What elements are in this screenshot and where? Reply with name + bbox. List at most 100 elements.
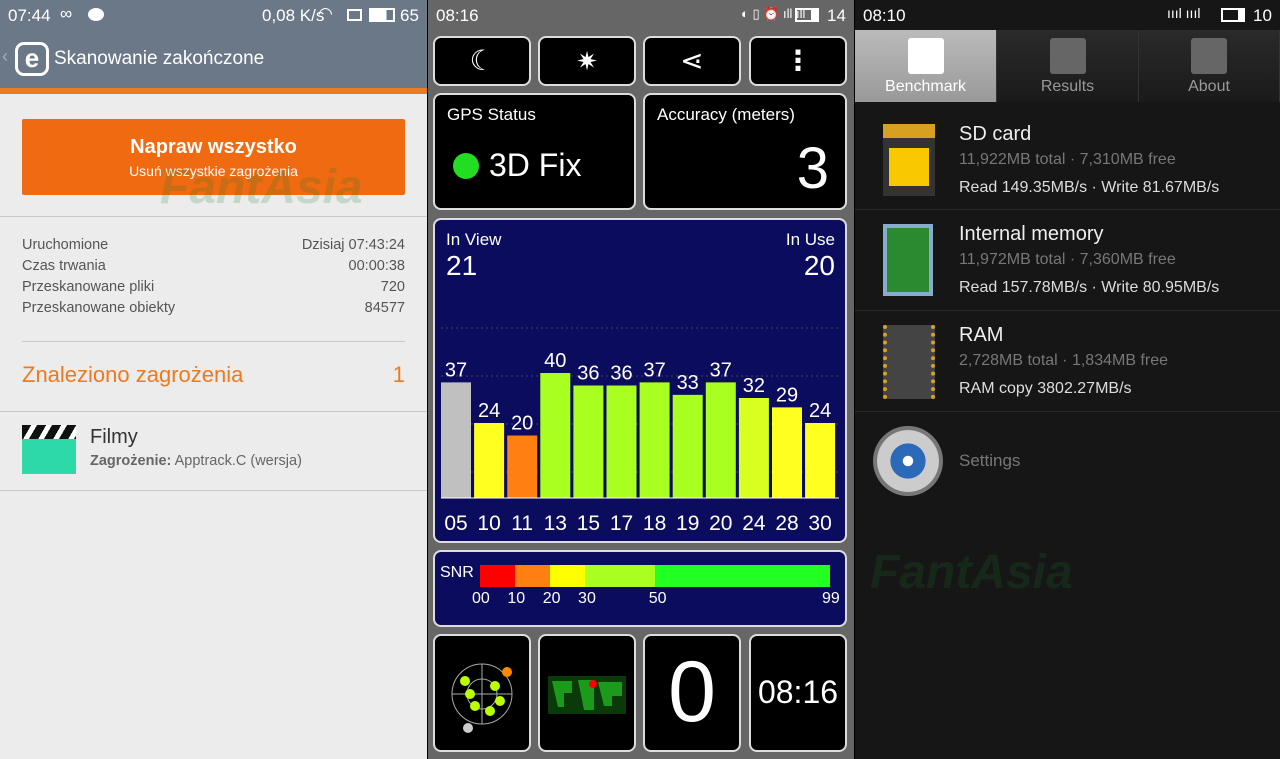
satellite-id-label: 19	[676, 512, 699, 535]
satellite-id-label: 28	[775, 512, 798, 535]
satellite-bar	[573, 385, 604, 498]
clock-box: 08:16	[749, 634, 847, 752]
threat-name: Filmy	[90, 426, 138, 448]
threat-value: Apptrack.C (wersja)	[174, 453, 302, 469]
item-speed: Read 149.35MB/s · Write 81.67MB/s	[959, 179, 1220, 196]
snr-tick-label: 00	[472, 590, 490, 607]
divider	[0, 490, 427, 491]
memory-chip-icon	[883, 224, 933, 296]
satellite-bar	[805, 423, 836, 498]
info-label: Przeskanowane obiekty	[22, 300, 176, 316]
gps-status-label: GPS Status	[447, 105, 536, 124]
snr-label: SNR	[440, 564, 474, 581]
satellite-bar	[705, 382, 736, 498]
snr-legend: SNR 00 10 20 30 50 99	[433, 550, 847, 627]
satellite-bar	[474, 423, 505, 498]
battery-icon	[1221, 8, 1245, 22]
bar-value-label: 29	[776, 384, 798, 406]
list-item-ram[interactable]: RAM 2,728MB total · 1,834MB free RAM cop…	[855, 311, 1280, 412]
threats-label: Znaleziono zagrożenia	[22, 362, 244, 387]
bar-chart-icon	[1049, 38, 1086, 74]
bar-value-label: 33	[677, 372, 699, 394]
snr-tick-label: 50	[648, 590, 667, 607]
bar-value-label: 32	[743, 375, 765, 397]
sd-card-icon	[883, 124, 935, 196]
item-speed: RAM copy 3802.27MB/s	[959, 380, 1132, 397]
snr-gradient-bar	[480, 565, 830, 587]
tab-about[interactable]: About	[1139, 30, 1280, 102]
moon-icon: ☾	[469, 45, 495, 76]
map-button[interactable]	[538, 634, 636, 752]
fix-all-label: Napraw wszystko	[130, 136, 297, 158]
info-label: Czas trwania	[22, 258, 106, 274]
satellite-id-label: 24	[742, 512, 766, 535]
satellite-id-label: 30	[808, 512, 831, 535]
snr-tick-label: 30	[578, 590, 596, 607]
battery-icon	[369, 8, 395, 22]
ram-chip-icon	[883, 325, 935, 399]
satellite-chart: In View 21 In Use 20 37 05 24 10 20 11 40 13 36 1…	[433, 218, 847, 543]
item-title: SD card	[959, 123, 1032, 145]
threat-item[interactable]: Filmy Zagrożenie: Apptrack.C (wersja)	[0, 412, 427, 490]
tab-results[interactable]: Results	[997, 30, 1139, 102]
info-row: Czas trwania 00:00:38	[22, 258, 405, 274]
compass-button[interactable]: ✷	[538, 36, 636, 86]
info-value: 84577	[364, 300, 405, 316]
speedometer-icon	[907, 38, 944, 74]
settings-item[interactable]: Settings	[855, 412, 1280, 510]
battery-level: 10	[1253, 6, 1272, 25]
sim-icon	[347, 9, 362, 21]
satellite-bar	[441, 382, 471, 498]
eset-panel: 07:44 ∞ 0,08 K/s ◠ 65 ‹ e Skanowanie zak…	[0, 0, 427, 759]
threat-label: Zagrożenie:	[90, 453, 172, 469]
item-sub: 11,922MB total · 7,310MB free	[959, 151, 1176, 168]
info-value: 00:00:38	[348, 258, 405, 274]
status-time: 07:44	[8, 6, 51, 25]
info-row: Przeskanowane pliki 720	[22, 279, 405, 295]
page-title: Skanowanie zakończone	[54, 48, 265, 69]
net-speed: 0,08 K/s	[262, 6, 325, 25]
satellite-id-label: 11	[511, 512, 533, 535]
list-item-internal-memory[interactable]: Internal memory 11,972MB total · 7,360MB…	[855, 210, 1280, 311]
bar-value-label: 36	[577, 363, 599, 385]
satellite-id-label: 13	[544, 512, 567, 535]
phone-icon	[1191, 38, 1227, 74]
snr-bar-chart: 37 05 24 10 20 11 40 13 36 15 36 17 37 18 33 19 37 20 32 24…	[441, 327, 839, 535]
benchmark-panel: 08:10 ıııl ıııl 10 Benchmark Results Abo…	[855, 0, 1280, 759]
signal-icon: ıııl ıııl	[1167, 5, 1201, 21]
info-value: Dzisiaj 07:43:24	[301, 237, 405, 253]
chat-icon	[88, 8, 104, 21]
sky-view-button[interactable]	[433, 634, 531, 752]
more-button[interactable]: ⋮	[749, 36, 847, 86]
list-item-sd-card[interactable]: SD card 11,922MB total · 7,310MB free Re…	[855, 110, 1280, 210]
status-time: 08:16	[436, 6, 479, 25]
speed-box: 0	[643, 634, 741, 752]
share-button[interactable]: ⋖	[643, 36, 741, 86]
snr-tick-label: 99	[822, 590, 840, 607]
info-label: Przeskanowane pliki	[22, 279, 155, 295]
tab-benchmark[interactable]: Benchmark	[855, 30, 997, 102]
tab-label: About	[1188, 78, 1230, 95]
eset-logo-icon: e	[15, 42, 49, 76]
sky-plot-icon	[451, 663, 513, 733]
threats-count: 1	[392, 362, 405, 387]
accuracy-label: Accuracy (meters)	[657, 105, 795, 124]
back-icon[interactable]: ‹	[2, 46, 8, 67]
satellite-bar	[507, 435, 538, 498]
satellite-bar	[540, 373, 571, 498]
bar-value-label: 37	[445, 359, 467, 381]
battery-icon	[795, 8, 819, 22]
satellite-bar	[606, 385, 637, 498]
gps-panel: 08:16 ◐ ▯ ⏰ ıll ıll 14 ☾ ✷ ⋖ ⋮ GPS Statu…	[428, 0, 854, 759]
info-label: Uruchomione	[22, 237, 109, 253]
gps-fix-value: 3D Fix	[489, 147, 582, 183]
status-time: 08:10	[863, 6, 906, 25]
satellite-bar	[639, 382, 670, 498]
fix-indicator-icon	[453, 153, 479, 179]
threats-found-row[interactable]: Znaleziono zagrożenia 1	[22, 362, 405, 388]
night-mode-button[interactable]: ☾	[433, 36, 531, 86]
satellite-id-label: 17	[610, 512, 633, 535]
watermark: FantAsia	[160, 161, 363, 214]
info-row: Przeskanowane obiekty 84577	[22, 300, 405, 316]
item-title: RAM	[959, 324, 1004, 346]
